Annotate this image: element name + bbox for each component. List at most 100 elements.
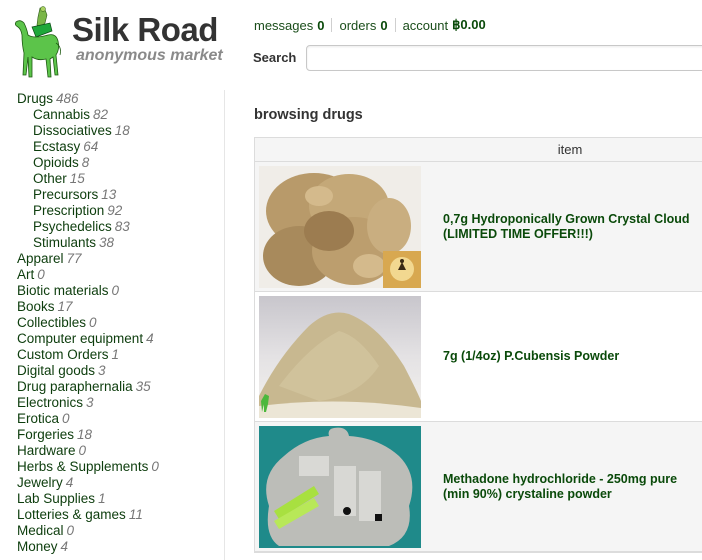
category-count: 486 [56,91,79,106]
sidebar-category-item[interactable]: Digital goods 3 [17,363,222,379]
category-count: 83 [114,219,130,234]
messages-link[interactable]: messages 0 [254,18,324,33]
sidebar-category-item[interactable]: Drug paraphernalia 35 [17,379,222,395]
sidebar-category-item[interactable]: Drugs 486 [17,91,222,107]
sidebar-category-item[interactable]: Biotic materials 0 [17,283,222,299]
category-name: Art [17,267,35,282]
category-name: Ecstasy [33,139,81,154]
category-name: Precursors [33,187,99,202]
category-name: Jewelry [17,475,63,490]
sidebar-category-item[interactable]: Erotica 0 [17,411,222,427]
sidebar-category-item[interactable]: Dissociatives 18 [17,123,222,139]
sidebar-category-item[interactable]: Cannabis 82 [17,107,222,123]
sidebar-category-item[interactable]: Lotteries & games 11 [17,507,222,523]
category-count: 17 [57,299,73,314]
category-count: 4 [60,539,69,554]
sidebar-category-item[interactable]: Herbs & Supplements 0 [17,459,222,475]
sidebar-category-item[interactable]: Psychedelics 83 [17,219,222,235]
messages-count: 0 [317,17,325,33]
category-count: 0 [111,283,120,298]
sidebar-category-item[interactable]: Jewelry 4 [17,475,222,491]
category-count: 0 [62,411,70,426]
category-count: 3 [86,395,94,410]
category-count: 3 [98,363,106,378]
sidebar-category-item[interactable]: Collectibles 0 [17,315,222,331]
sidebar-category-item[interactable]: Prescription 92 [17,203,222,219]
item-title-link[interactable]: 0,7g Hydroponically Grown Crystal Cloud … [443,212,702,242]
category-count: 13 [101,187,117,202]
category-name: Lab Supplies [17,491,96,506]
search-label: Search [253,50,297,65]
account-link[interactable]: account ฿0.00 [403,17,486,33]
orders-link[interactable]: orders 0 [339,18,387,33]
category-name: Computer equipment [17,331,144,346]
sidebar-divider [224,90,225,560]
page-title: browsing drugs [254,107,363,123]
item-thumbnail[interactable] [259,425,421,548]
category-count: 4 [65,475,74,490]
sidebar-category-item[interactable]: Forgeries 18 [17,427,222,443]
site-subtitle: anonymous market [76,47,223,64]
category-count: 92 [107,203,123,218]
category-name: Cannabis [33,107,91,122]
category-name: Hardware [17,443,76,458]
table-row[interactable]: 7g (1/4oz) P.Cubensis Powder [255,292,702,422]
packaged-vials-image [259,425,421,548]
search-input[interactable] [306,45,702,71]
sidebar-category-item[interactable]: Books 17 [17,299,222,315]
category-name: Drugs [17,91,54,106]
sidebar-category-item[interactable]: Stimulants 38 [17,235,222,251]
category-name: Erotica [17,411,60,426]
category-count: 15 [69,171,85,186]
item-thumbnail[interactable] [259,295,421,418]
category-count: 0 [89,315,97,330]
account-nav: messages 0 orders 0 account ฿0.00 [254,17,486,33]
category-count: 0 [151,459,159,474]
sidebar-category-item[interactable]: Computer equipment 4 [17,331,222,347]
sidebar-category-item[interactable]: Ecstasy 64 [17,139,222,155]
category-count: 11 [128,507,143,522]
table-header-item: item [255,138,702,162]
category-name: Other [33,171,67,186]
category-count: 64 [83,139,99,154]
sidebar-category-item[interactable]: Money 4 [17,539,222,555]
nav-divider [394,18,396,32]
site-logo[interactable]: Silk Road anonymous market [10,5,230,80]
listing-table: item 0,7g Hydroponically Grown Crystal C… [254,137,702,553]
category-name: Digital goods [17,363,96,378]
category-name: Herbs & Supplements [17,459,149,474]
sidebar-category-item[interactable]: Art 0 [17,267,222,283]
category-name: Prescription [33,203,105,218]
category-name: Stimulants [33,235,97,250]
cannabis-buds-image [259,165,421,288]
sidebar-category-item[interactable]: Custom Orders 1 [17,347,222,363]
sidebar-category-item[interactable]: Apparel 77 [17,251,222,267]
item-thumbnail[interactable] [259,165,421,288]
category-count: 1 [98,491,106,506]
category-name: Money [17,539,58,554]
category-count: 38 [99,235,115,250]
sidebar-category-item[interactable]: Electronics 3 [17,395,222,411]
category-count: 1 [111,347,120,362]
sidebar-category-item[interactable]: Medical 0 [17,523,222,539]
table-row[interactable]: 0,7g Hydroponically Grown Crystal Cloud … [255,162,702,292]
sidebar-category-item[interactable]: Lab Supplies 1 [17,491,222,507]
category-name: Lotteries & games [17,507,126,522]
table-row[interactable]: Methadone hydrochloride - 250mg pure (mi… [255,422,702,552]
sidebar-category-item[interactable]: Hardware 0 [17,443,222,459]
powder-pile-image [259,295,421,418]
sidebar-category-item[interactable]: Opioids 8 [17,155,222,171]
item-title-link[interactable]: 7g (1/4oz) P.Cubensis Powder [443,349,702,364]
account-label: account [402,17,449,33]
category-count: 82 [93,107,109,122]
category-count: 8 [81,155,90,170]
sidebar-category-item[interactable]: Precursors 13 [17,187,222,203]
account-balance: ฿0.00 [452,17,486,32]
category-count: 0 [66,523,75,538]
nav-divider [331,18,333,32]
item-title-link[interactable]: Methadone hydrochloride - 250mg pure (mi… [443,472,702,502]
sidebar-category-item[interactable]: Other 15 [17,171,222,187]
category-name: Custom Orders [17,347,109,362]
camel-icon [14,6,61,78]
category-name: Collectibles [17,315,87,330]
